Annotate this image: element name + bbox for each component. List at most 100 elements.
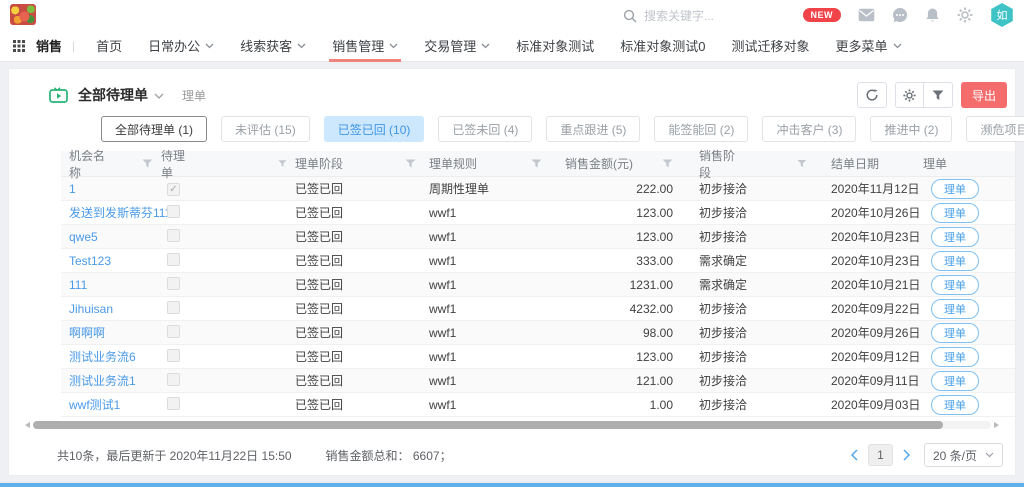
- filter-tab[interactable]: 能签能回 (2): [654, 116, 748, 142]
- amount-cell: 1231.00: [549, 278, 673, 292]
- lidan-button[interactable]: 理单: [931, 299, 979, 319]
- lidan-button[interactable]: 理单: [931, 179, 979, 199]
- column-funnel-icon[interactable]: [278, 159, 287, 169]
- filter-tab[interactable]: 未评估 (15): [221, 116, 310, 142]
- nav-item-label: 交易管理: [424, 36, 476, 55]
- opportunity-link[interactable]: 测试业务流1: [61, 372, 153, 389]
- column-header[interactable]: 销售金额(元): [549, 155, 673, 172]
- pending-checkbox[interactable]: [167, 277, 180, 290]
- table-row[interactable]: 测试业务流6 已签已回 wwf1 123.00 初步接洽 2020年09月12日…: [61, 345, 1015, 369]
- next-page-button[interactable]: [902, 449, 911, 461]
- table-row[interactable]: Test123 已签已回 wwf1 333.00 需求确定 2020年10月23…: [61, 249, 1015, 273]
- chat-icon[interactable]: [892, 7, 908, 23]
- table-row[interactable]: wwf测试1 已签已回 wwf1 1.00 初步接洽 2020年09月03日 理…: [61, 393, 1015, 417]
- horizontal-scrollbar[interactable]: [25, 420, 999, 429]
- search-input[interactable]: 搜索关键字...: [644, 7, 714, 24]
- column-header[interactable]: 结单日期: [807, 155, 903, 172]
- opportunity-link[interactable]: wwf测试1: [61, 396, 153, 413]
- column-funnel-icon[interactable]: [797, 159, 807, 169]
- scroll-left-arrow-icon[interactable]: [25, 422, 30, 428]
- opportunity-link[interactable]: Test123: [61, 254, 153, 268]
- nav-item[interactable]: 更多菜单: [822, 30, 914, 62]
- pending-checkbox[interactable]: [167, 349, 180, 362]
- table-row[interactable]: 测试业务流1 已签已回 wwf1 121.00 初步接洽 2020年09月11日…: [61, 369, 1015, 393]
- table-row[interactable]: 111 已签已回 wwf1 1231.00 需求确定 2020年10月21日 理…: [61, 273, 1015, 297]
- opportunity-link[interactable]: 111: [61, 278, 153, 292]
- nav-item[interactable]: 标准对象测试0: [607, 30, 718, 62]
- export-button[interactable]: 导出: [961, 82, 1007, 108]
- column-funnel-icon[interactable]: [662, 159, 673, 169]
- table-row[interactable]: qwe5 已签已回 wwf1 123.00 初步接洽 2020年10月23日 理…: [61, 225, 1015, 249]
- app-logo[interactable]: [10, 4, 36, 25]
- nav-item[interactable]: 测试迁移对象: [718, 30, 822, 62]
- column-header[interactable]: 待理单: [153, 147, 287, 181]
- lidan-button[interactable]: 理单: [931, 323, 979, 343]
- column-header[interactable]: 销售阶段: [673, 147, 807, 181]
- pending-checkbox[interactable]: [167, 373, 180, 386]
- column-funnel-icon[interactable]: [142, 159, 153, 169]
- pending-checkbox[interactable]: [167, 229, 180, 242]
- opportunity-link[interactable]: 发送到发斯蒂芬111: [61, 204, 153, 221]
- filter-button[interactable]: [923, 83, 952, 107]
- nav-item[interactable]: 交易管理: [411, 30, 503, 62]
- global-search[interactable]: 搜索关键字...: [623, 7, 714, 24]
- pending-checkbox[interactable]: [167, 183, 180, 196]
- pending-checkbox[interactable]: [167, 253, 180, 266]
- action-cell: 理单: [903, 395, 1003, 415]
- nav-item[interactable]: 首页: [83, 30, 135, 62]
- table-row[interactable]: Jihuisan 已签已回 wwf1 4232.00 初步接洽 2020年09月…: [61, 297, 1015, 321]
- pending-checkbox[interactable]: [167, 397, 180, 410]
- lidan-button[interactable]: 理单: [931, 227, 979, 247]
- nav-item[interactable]: 标准对象测试: [503, 30, 607, 62]
- user-avatar[interactable]: 如: [990, 3, 1014, 27]
- nav-item[interactable]: 销售管理: [319, 30, 411, 62]
- nav-item[interactable]: 线索获客: [227, 30, 319, 62]
- prev-page-button[interactable]: [850, 449, 859, 461]
- filter-tab[interactable]: 推进中 (2): [870, 116, 952, 142]
- opportunity-link[interactable]: 啊啊啊: [61, 324, 153, 341]
- table-row[interactable]: 1 已签已回 周期性理单 222.00 初步接洽 2020年11月12日 理单: [61, 177, 1015, 201]
- refresh-button[interactable]: [857, 82, 887, 108]
- lidan-button[interactable]: 理单: [931, 203, 979, 223]
- scroll-right-arrow-icon[interactable]: [994, 422, 999, 428]
- column-header[interactable]: 机会名称: [61, 147, 153, 181]
- column-funnel-icon[interactable]: [405, 159, 416, 169]
- nav-item[interactable]: 日常办公: [135, 30, 227, 62]
- mail-icon[interactable]: [858, 8, 875, 22]
- filter-tab[interactable]: 已签未回 (4): [438, 116, 532, 142]
- opportunity-link[interactable]: 1: [61, 182, 153, 196]
- page-number[interactable]: 1: [868, 444, 893, 466]
- column-funnel-icon[interactable]: [531, 159, 542, 169]
- pending-checkbox[interactable]: [167, 205, 180, 218]
- app-name: 销售: [36, 36, 62, 55]
- opportunity-link[interactable]: 测试业务流6: [61, 348, 153, 365]
- column-settings-button[interactable]: [896, 83, 924, 107]
- page-size-select[interactable]: 20 条/页: [924, 443, 1003, 467]
- column-header[interactable]: 理单规则: [421, 155, 549, 172]
- filter-tab[interactable]: 濒危项目223344 (3): [966, 116, 1024, 142]
- column-header[interactable]: 理单阶段: [287, 155, 421, 172]
- filter-tab[interactable]: 已签已回 (10): [324, 116, 425, 142]
- gear-icon[interactable]: [957, 7, 973, 23]
- horizontal-scroll-track[interactable]: [33, 421, 991, 429]
- pending-checkbox[interactable]: [167, 301, 180, 314]
- filter-tab[interactable]: 重点跟进 (5): [546, 116, 640, 142]
- opportunity-link[interactable]: qwe5: [61, 230, 153, 244]
- table-row[interactable]: 发送到发斯蒂芬111 已签已回 wwf1 123.00 初步接洽 2020年10…: [61, 201, 1015, 225]
- table-row[interactable]: 啊啊啊 已签已回 wwf1 98.00 初步接洽 2020年09月26日 理单: [61, 321, 1015, 345]
- filter-tab[interactable]: 冲击客户 (3): [762, 116, 856, 142]
- horizontal-scroll-thumb[interactable]: [33, 421, 943, 429]
- opportunity-link[interactable]: Jihuisan: [61, 302, 153, 316]
- lidan-button[interactable]: 理单: [931, 251, 979, 271]
- lidan-rule-cell: 周期性理单: [421, 180, 549, 197]
- lidan-button[interactable]: 理单: [931, 371, 979, 391]
- view-title[interactable]: 全部待理单: [78, 85, 148, 105]
- view-chevron-down-icon[interactable]: [154, 93, 164, 100]
- apps-grid-icon[interactable]: [12, 40, 28, 52]
- lidan-button[interactable]: 理单: [931, 275, 979, 295]
- pending-checkbox[interactable]: [167, 325, 180, 338]
- bell-icon[interactable]: [925, 7, 940, 23]
- lidan-button[interactable]: 理单: [931, 347, 979, 367]
- lidan-button[interactable]: 理单: [931, 395, 979, 415]
- filter-tab[interactable]: 全部待理单 (1): [101, 116, 207, 142]
